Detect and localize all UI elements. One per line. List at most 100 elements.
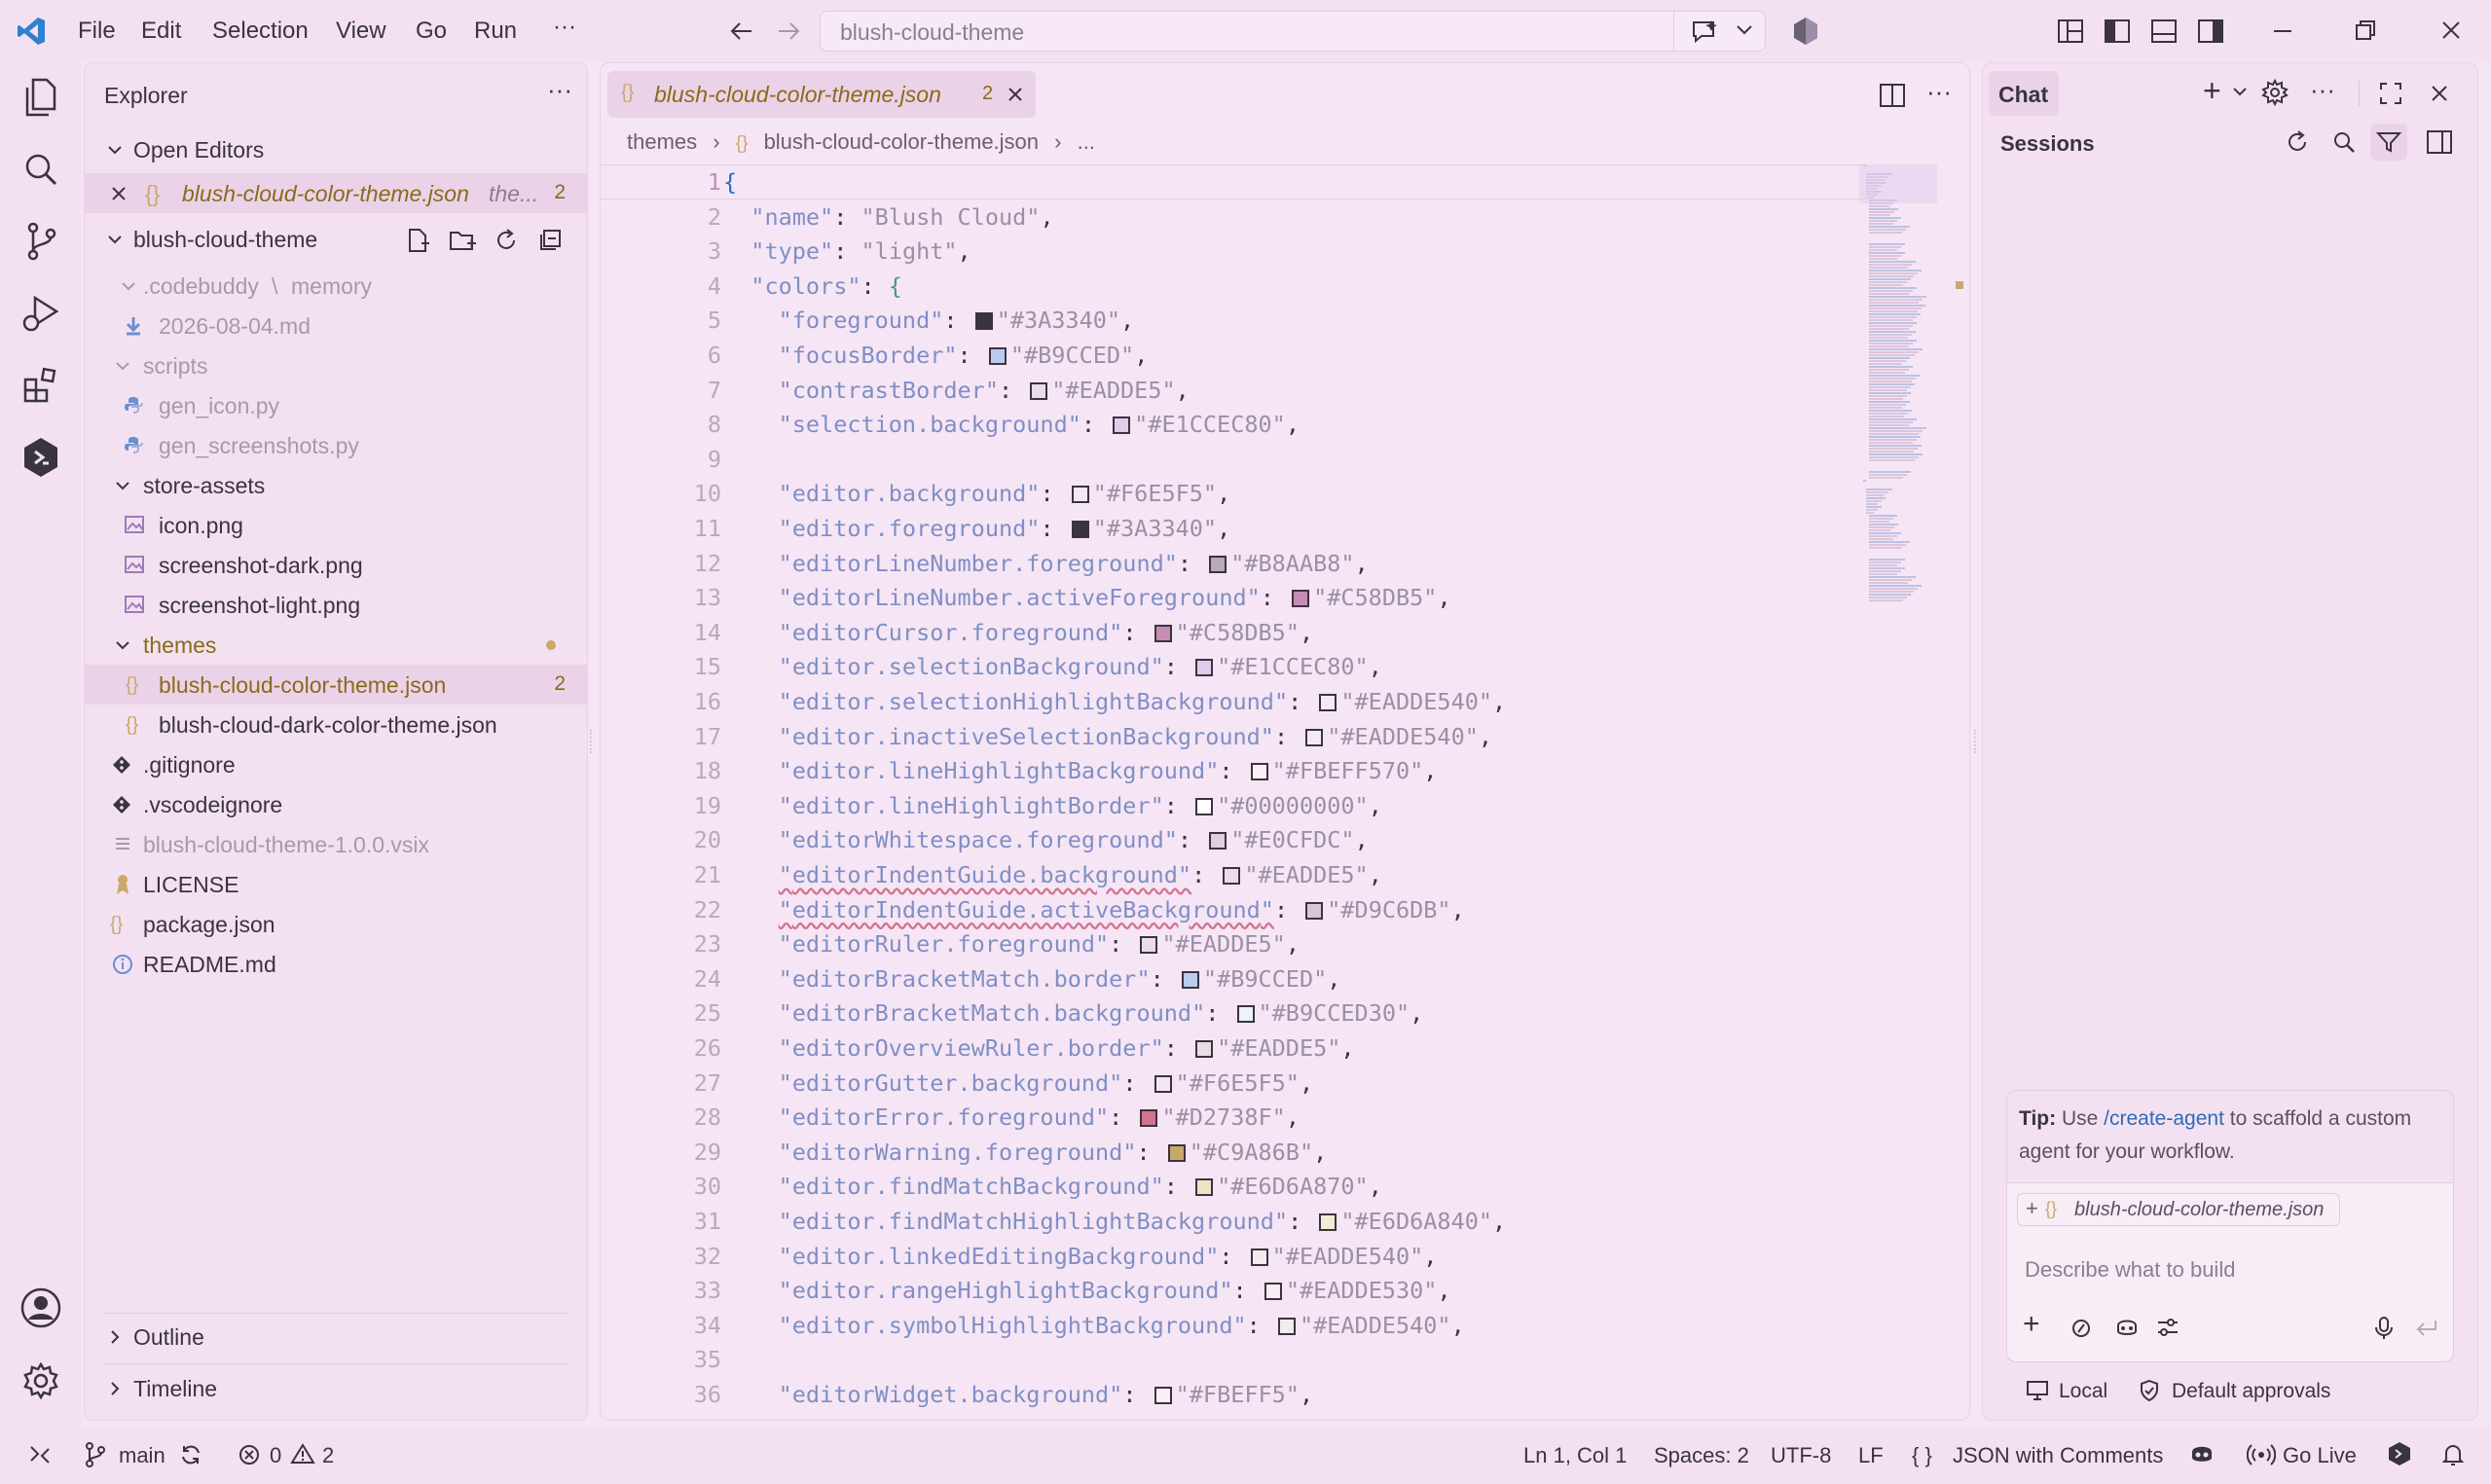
color-swatch-icon[interactable] <box>1277 1317 1296 1335</box>
outline-section[interactable]: Outline <box>85 1317 587 1357</box>
git-branch-icon[interactable] <box>84 1441 107 1468</box>
refresh-icon[interactable] <box>494 227 519 254</box>
color-swatch-icon[interactable] <box>1154 1387 1172 1404</box>
indentation[interactable]: Spaces: 2 <box>1654 1443 1749 1468</box>
code-line[interactable]: 18 "editor.lineHighlightBackground": "#F… <box>601 753 1866 788</box>
code-line[interactable]: 3 "type": "light", <box>601 234 1866 269</box>
code-line[interactable]: 28 "editorError.foreground": "#D2738F", <box>601 1100 1866 1135</box>
color-swatch-icon[interactable] <box>1305 728 1324 746</box>
end-of-line[interactable]: LF <box>1858 1443 1884 1468</box>
explorer-icon[interactable] <box>14 70 68 125</box>
color-swatch-icon[interactable] <box>1319 1213 1337 1231</box>
color-swatch-icon[interactable] <box>1071 486 1089 504</box>
tree-item-license[interactable]: LICENSE <box>85 864 587 904</box>
code-line[interactable]: 24 "editorBracketMatch.border": "#B9CCED… <box>601 961 1866 996</box>
code-line[interactable]: 26 "editorOverviewRuler.border": "#EADDE… <box>601 1031 1866 1066</box>
tools-icon[interactable] <box>2070 1318 2093 1339</box>
warning-icon[interactable] <box>290 1442 315 1466</box>
code-line[interactable]: 16 "editor.selectionHighlightBackground"… <box>601 684 1866 719</box>
code-line[interactable]: 9 <box>601 442 1866 477</box>
color-swatch-icon[interactable] <box>1195 659 1214 677</box>
menu-go[interactable]: Go <box>416 18 447 45</box>
tree-item-png[interactable]: screenshot-light.png <box>85 585 587 625</box>
chat-input-placeholder[interactable]: Describe what to build <box>2025 1257 2235 1283</box>
menu-view[interactable]: View <box>336 18 386 45</box>
color-swatch-icon[interactable] <box>1195 797 1214 815</box>
attach-plus-icon[interactable]: + <box>2023 1308 2040 1341</box>
encoding[interactable]: UTF-8 <box>1771 1443 1831 1468</box>
codebuddy-icon[interactable] <box>14 430 68 485</box>
tip-link[interactable]: /create-agent <box>2104 1107 2224 1130</box>
new-folder-icon[interactable] <box>449 227 478 254</box>
code-line[interactable]: 13 "editorLineNumber.activeForeground": … <box>601 580 1866 615</box>
code-line[interactable]: 4 "colors": { <box>601 269 1866 304</box>
code-line[interactable]: 15 "editor.selectionBackground": "#E1CCE… <box>601 649 1866 684</box>
new-chat-plus-icon[interactable]: + <box>2203 73 2221 109</box>
code-line[interactable]: 8 "selection.background": "#E1CCEC80", <box>601 407 1866 442</box>
restore-icon[interactable] <box>2351 18 2380 45</box>
go-live-button[interactable]: Go Live <box>2283 1443 2357 1468</box>
color-swatch-icon[interactable] <box>1292 590 1310 608</box>
sync-icon[interactable] <box>179 1443 202 1466</box>
code-line[interactable]: 32 "editor.linkedEditingBackground": "#E… <box>601 1239 1866 1274</box>
color-swatch-icon[interactable] <box>1167 1143 1186 1162</box>
maximize-icon[interactable] <box>2378 81 2403 106</box>
collapse-all-icon[interactable] <box>538 227 564 254</box>
add-context-plus-icon[interactable]: + <box>2026 1196 2038 1221</box>
menu-run[interactable]: Run <box>474 18 517 45</box>
code-line[interactable]: 27 "editorGutter.background": "#F6E5F5", <box>601 1066 1866 1101</box>
code-line[interactable]: 12 "editorLineNumber.foreground": "#B8AA… <box>601 546 1866 581</box>
error-count[interactable]: 0 <box>270 1443 281 1468</box>
close-window-icon[interactable] <box>2436 18 2466 45</box>
chevron-down-icon[interactable] <box>1736 23 1753 37</box>
toggle-sessions-sidebar-icon[interactable] <box>2426 129 2453 155</box>
toggle-primary-sidebar-icon[interactable] <box>2103 17 2132 46</box>
code-line[interactable]: 36 "editorWidget.background": "#FBEFF5", <box>601 1377 1866 1412</box>
tree-item-py[interactable]: gen_icon.py <box>85 385 587 425</box>
code-line[interactable]: 11 "editor.foreground": "#3A3340", <box>601 511 1866 546</box>
tree-item-png[interactable]: screenshot-dark.png <box>85 545 587 585</box>
color-swatch-icon[interactable] <box>1030 381 1048 400</box>
context-attachment-chip[interactable]: + {} blush-cloud-color-theme.json blush-… <box>2017 1193 2341 1226</box>
open-editor-item[interactable]: {} blush-cloud-color-theme.json the... 2 <box>85 173 587 213</box>
forward-arrow-icon[interactable] <box>775 18 802 45</box>
minimap-viewport[interactable] <box>1859 164 1937 203</box>
code-line[interactable]: 5 "foreground": "#3A3340", <box>601 303 1866 338</box>
color-swatch-icon[interactable] <box>1140 1109 1158 1128</box>
git-branch-label[interactable]: main <box>119 1443 165 1468</box>
code-line[interactable]: 21 "editorIndentGuide.background": "#EAD… <box>601 857 1866 892</box>
code-line[interactable]: 23 "editorRuler.foreground": "#EADDE5", <box>601 926 1866 961</box>
chat-input-box[interactable]: + {} blush-cloud-color-theme.json blush-… <box>2007 1182 2453 1361</box>
color-swatch-icon[interactable] <box>1181 970 1199 989</box>
chevron-down-icon[interactable] <box>2232 87 2248 98</box>
extensions-icon[interactable] <box>14 358 68 413</box>
broadcast-icon[interactable] <box>2247 1442 2276 1467</box>
copilot-chat-icon[interactable] <box>1690 18 1719 46</box>
close-chat-icon[interactable] <box>2429 83 2450 104</box>
tree-item-themes[interactable]: themes <box>85 625 587 665</box>
color-swatch-icon[interactable] <box>1223 867 1241 885</box>
microphone-icon[interactable] <box>2373 1316 2395 1341</box>
menu-more[interactable]: ··· <box>553 14 576 41</box>
color-swatch-icon[interactable] <box>988 347 1007 365</box>
color-swatch-icon[interactable] <box>1113 416 1131 435</box>
copilot-icon[interactable] <box>2114 1316 2140 1339</box>
editor-more-icon[interactable]: ··· <box>1926 77 1952 107</box>
toggle-secondary-sidebar-icon[interactable] <box>2196 17 2225 46</box>
editor-tab[interactable]: {} blush-cloud-color-theme.json 2 <box>607 71 1036 118</box>
color-swatch-icon[interactable] <box>1071 521 1089 538</box>
chat-settings-gear-icon[interactable] <box>2261 79 2289 106</box>
tree-item-vsix[interactable]: blush-cloud-theme-1.0.0.vsix <box>85 824 587 864</box>
code-line[interactable]: 10 "editor.background": "#F6E5F5", <box>601 476 1866 511</box>
color-swatch-icon[interactable] <box>1209 555 1227 573</box>
close-icon[interactable] <box>110 185 128 202</box>
color-swatch-icon[interactable] <box>1154 1074 1172 1093</box>
breadcrumb-file[interactable]: blush-cloud-color-theme.json <box>764 129 1039 154</box>
language-mode[interactable]: JSON with Comments <box>1953 1443 2163 1468</box>
tree-item-gitignore[interactable]: .gitignore <box>85 744 587 784</box>
breadcrumb-folder[interactable]: themes <box>627 129 697 154</box>
copilot-status-icon[interactable] <box>2188 1441 2216 1466</box>
code-line[interactable]: 2 "name": "Blush Cloud", <box>601 199 1866 235</box>
tree-item-readme[interactable]: README.md <box>85 944 587 984</box>
codebuddy-status-icon[interactable] <box>2387 1440 2412 1467</box>
